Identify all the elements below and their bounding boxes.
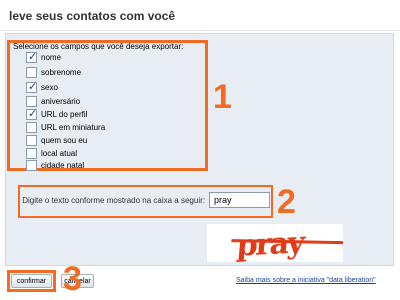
page-title: leve seus contatos com você [9, 9, 176, 23]
field-label: URL em miniatura [41, 123, 106, 132]
step-marker-3: 3 [63, 260, 82, 298]
checkbox-sexo[interactable] [26, 80, 37, 94]
field-label: URL do perfil [41, 110, 88, 119]
checkbox-cidade-natal[interactable] [26, 160, 37, 171]
field-row-nome[interactable]: nome [26, 50, 62, 64]
field-label: nome [41, 53, 62, 62]
data-liberation-link[interactable]: Saiba mais sobre a iniciativa "data libe… [236, 277, 376, 284]
confirm-button[interactable]: confirmar [11, 274, 52, 288]
field-label: local atual [41, 149, 78, 158]
checkbox-sobrenome[interactable] [26, 67, 37, 78]
checkbox-nome[interactable] [26, 50, 37, 64]
field-row-url-miniatura[interactable]: URL em miniatura [26, 121, 105, 134]
checkbox-local-atual[interactable] [26, 148, 37, 159]
captcha-prompt: Digite o texto conforme mostrado na caix… [22, 196, 205, 205]
captcha-word: pray [235, 225, 305, 262]
checkbox-url-miniatura[interactable] [26, 122, 37, 133]
field-row-quem-sou-eu[interactable]: quem sou eu [26, 134, 87, 147]
field-label: sobrenome [41, 68, 82, 77]
captcha-image: pray [207, 224, 343, 262]
captcha-input[interactable] [209, 192, 270, 208]
field-row-sobrenome[interactable]: sobrenome [26, 66, 81, 79]
field-label: quem sou eu [41, 136, 88, 145]
checkbox-url-perfil[interactable] [26, 107, 37, 121]
field-row-sexo[interactable]: sexo [26, 80, 58, 94]
field-label: cidade natal [41, 161, 85, 170]
field-row-cidade-natal[interactable]: cidade natal [26, 159, 84, 172]
field-label: aniversário [41, 97, 81, 106]
fields-title: Selecione os campos que você deseja expo… [13, 42, 184, 51]
checkbox-aniversario[interactable] [26, 96, 37, 107]
step-marker-1: 1 [213, 78, 232, 116]
field-label: sexo [41, 83, 58, 92]
checkbox-quem-sou-eu[interactable] [26, 135, 37, 146]
field-row-url-perfil[interactable]: URL do perfil [26, 107, 88, 121]
step-marker-2: 2 [277, 183, 296, 221]
